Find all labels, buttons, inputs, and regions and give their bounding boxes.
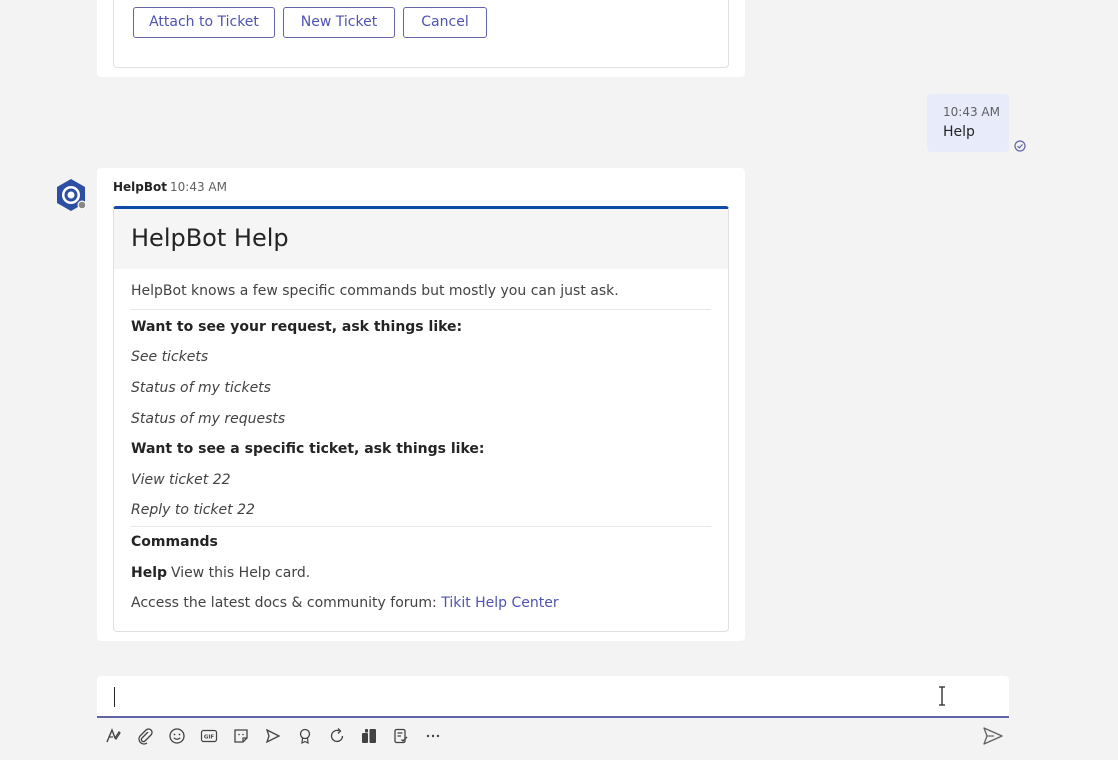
divider [131, 309, 711, 310]
gif-icon[interactable]: GIF [199, 726, 219, 746]
example-status-requests: Status of my requests [131, 411, 286, 427]
help-card-title: HelpBot Help [131, 224, 289, 252]
help-intro: HelpBot knows a few specific commands bu… [131, 283, 619, 299]
read-receipt-icon [1014, 140, 1026, 152]
my-message-text: Help [943, 124, 975, 140]
format-icon[interactable] [103, 726, 123, 746]
footer-text: Access the latest docs & community forum… [131, 595, 442, 611]
message-time: 10:43 AM [170, 180, 227, 194]
command-name: Help [131, 565, 168, 581]
my-message-time: 10:43 AM [943, 105, 1000, 119]
command-description: View this Help card. [171, 565, 311, 581]
emoji-icon[interactable] [167, 726, 187, 746]
meet-icon[interactable] [263, 726, 283, 746]
section-heading-specific-ticket: Want to see a specific ticket, ask thing… [131, 441, 485, 457]
svg-text:GIF: GIF [204, 735, 215, 741]
send-icon[interactable] [982, 726, 1004, 746]
attach-icon[interactable] [135, 726, 155, 746]
divider [131, 526, 711, 527]
text-caret [114, 687, 115, 707]
more-icon[interactable] [423, 726, 443, 746]
my-message-bubble[interactable] [927, 94, 1009, 152]
ibeam-cursor-icon [939, 686, 945, 706]
new-ticket-button[interactable]: New Ticket [283, 7, 395, 38]
attach-to-ticket-button[interactable]: Attach to Ticket [133, 7, 275, 38]
example-view-ticket: View ticket 22 [131, 472, 231, 488]
loop-icon[interactable] [327, 726, 347, 746]
cancel-button[interactable]: Cancel [403, 7, 487, 38]
sender-name: HelpBot [113, 180, 168, 194]
helpbot-avatar[interactable] [54, 178, 88, 212]
commands-heading: Commands [131, 534, 218, 550]
section-heading-requests: Want to see your request, ask things lik… [131, 319, 463, 335]
help-center-link[interactable]: Tikit Help Center [441, 595, 558, 611]
example-see-tickets: See tickets [131, 349, 209, 365]
example-reply-ticket: Reply to ticket 22 [131, 502, 255, 518]
example-status-tickets: Status of my tickets [131, 380, 271, 396]
compose-box[interactable] [97, 676, 1009, 718]
sticker-icon[interactable] [231, 726, 251, 746]
apps-icon[interactable] [359, 726, 379, 746]
approvals-icon[interactable] [391, 726, 411, 746]
previous-adaptive-card: Attach to Ticket New Ticket Cancel [113, 0, 729, 68]
help-footer: Access the latest docs & community forum… [131, 595, 559, 611]
praise-icon[interactable] [295, 726, 315, 746]
